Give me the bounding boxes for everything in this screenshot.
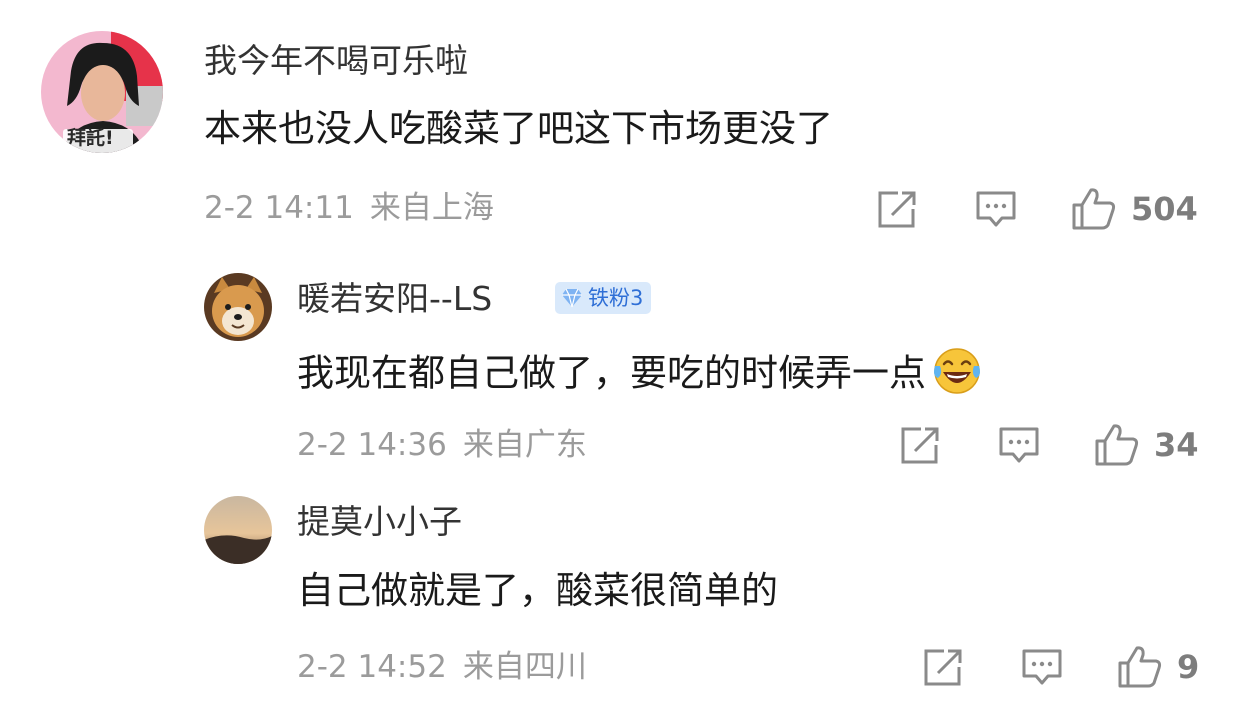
share-icon — [924, 649, 962, 686]
comment-icon — [1022, 649, 1062, 685]
comment-icon — [976, 191, 1016, 227]
fan-badge: 铁粉3 — [555, 282, 652, 314]
share-icon — [878, 191, 916, 228]
laughing-tears-emoji — [934, 348, 980, 394]
like-count: 34 — [1154, 426, 1199, 464]
diamond-icon — [562, 288, 582, 308]
badge-label: 铁粉3 — [588, 285, 644, 310]
like-count: 9 — [1177, 648, 1200, 686]
comment-text: 本来也没人吃酸菜了吧这下市场更没了 — [204, 107, 833, 150]
share-button[interactable] — [876, 190, 918, 230]
comment-meta: 2-2 14:11 来自上海 — [204, 193, 494, 224]
comment-location: 来自广东 — [462, 427, 587, 463]
like-button[interactable]: 9 — [1117, 644, 1199, 690]
avatar-image — [204, 273, 272, 341]
comment-username[interactable]: 提莫小小子 — [297, 505, 462, 538]
comment-icon — [999, 427, 1039, 463]
comment-text: 我现在都自己做了，要吃的时候弄一点 — [297, 348, 982, 400]
thumbs-up-icon — [1095, 424, 1139, 466]
comment-location: 来自四川 — [462, 649, 587, 685]
share-icon — [901, 427, 939, 464]
avatar[interactable] — [204, 496, 272, 564]
like-button[interactable]: 504 — [1071, 186, 1198, 232]
comment-username[interactable]: 暖若安阳--LS — [297, 282, 492, 315]
comment-time: 2-2 14:11 — [204, 190, 354, 226]
comment-button[interactable] — [975, 190, 1017, 230]
like-button[interactable]: 34 — [1094, 422, 1199, 468]
thumbs-up-icon — [1072, 188, 1116, 230]
comment-username[interactable]: 我今年不喝可乐啦 — [204, 44, 468, 77]
comment-text: 自己做就是了，酸菜很简单的 — [297, 569, 778, 612]
avatar[interactable] — [204, 273, 272, 341]
share-button[interactable] — [899, 426, 941, 466]
avatar-caption: 拜託! — [67, 127, 114, 149]
comment-meta: 2-2 14:36 来自广东 — [297, 430, 587, 461]
comment-time: 2-2 14:52 — [297, 649, 447, 685]
thumbs-up-icon — [1118, 646, 1162, 688]
avatar-image — [204, 496, 272, 564]
avatar[interactable]: 拜託! — [41, 31, 163, 153]
comment-meta: 2-2 14:52 来自四川 — [297, 652, 587, 683]
comment-button[interactable] — [1021, 648, 1063, 688]
comment-text-content: 我现在都自己做了，要吃的时候弄一点 — [297, 351, 926, 395]
share-button[interactable] — [922, 648, 964, 688]
like-count: 504 — [1131, 190, 1198, 228]
comment-time: 2-2 14:36 — [297, 427, 447, 463]
comment-location: 来自上海 — [369, 190, 494, 226]
comment-button[interactable] — [998, 426, 1040, 466]
